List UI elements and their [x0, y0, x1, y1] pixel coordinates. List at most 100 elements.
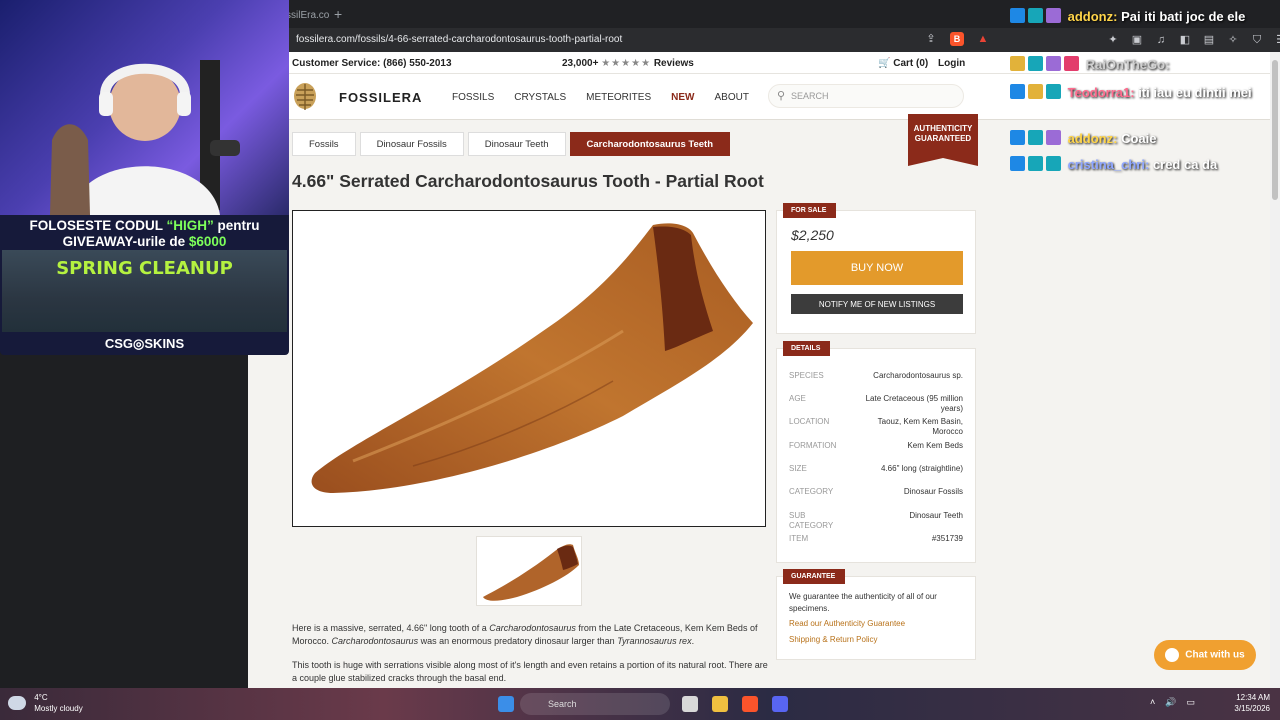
weather-widget[interactable]: 4°C Mostly cloudy	[8, 692, 83, 714]
chat-username: cristina_chri:	[1067, 157, 1150, 172]
breadcrumb-dinosaur-teeth[interactable]: Dinosaur Teeth	[467, 132, 566, 156]
chat-message: RaiOnTheGo:	[1010, 56, 1268, 73]
reviews-count: 23,000+	[562, 58, 599, 69]
reviews-label: Reviews	[653, 58, 694, 69]
detail-value: Carcharodontosaurus sp.	[873, 371, 963, 380]
main-nav: FOSSILS CRYSTALS METEORITES NEW ABOUT	[452, 92, 749, 103]
speaker-icon[interactable]: 🔊	[1165, 697, 1176, 708]
description-paragraph-2: This tooth is huge with serrations visib…	[292, 660, 768, 683]
share-icon[interactable]: ⇪	[924, 32, 938, 46]
task-view-icon[interactable]	[682, 696, 698, 712]
detail-value: 4.66" long (straightline)	[881, 464, 963, 473]
product-main-image[interactable]	[292, 210, 766, 527]
login-link[interactable]: Login	[938, 58, 965, 69]
detail-key: SPECIES	[789, 371, 824, 380]
badge-icon	[1046, 130, 1061, 145]
tooth-thumbnail-image	[483, 544, 579, 601]
url-bar-icons: ⇪ B ▲	[924, 32, 990, 46]
nav-fossils[interactable]: FOSSILS	[452, 92, 494, 103]
new-tab-icon[interactable]: +	[334, 4, 342, 24]
discord-icon[interactable]	[772, 696, 788, 712]
brand-name[interactable]: FOSSILERA	[339, 90, 422, 105]
shipping-return-link[interactable]: Shipping & Return Policy	[789, 635, 878, 644]
badge-icon	[1028, 130, 1043, 145]
brave-browser-icon[interactable]	[742, 696, 758, 712]
notify-button[interactable]: NOTIFY ME OF NEW LISTINGS	[791, 294, 963, 314]
customer-service[interactable]: Customer Service: (866) 550-2013	[292, 58, 452, 69]
badge-icon	[1010, 84, 1025, 99]
taskbar-search[interactable]: Search	[520, 693, 670, 715]
breadcrumb-current[interactable]: Carcharodontosaurus Teeth	[569, 132, 731, 156]
breadcrumb: Fossils Dinosaur Fossils Dinosaur Teeth …	[292, 132, 734, 156]
cart-label: Cart (0)	[893, 58, 929, 69]
chat-message: addonz: Pai iti bati joc de ele	[1010, 8, 1268, 25]
auth-badge-line2: GUARANTEED	[914, 134, 972, 143]
trilobite-logo-icon[interactable]	[292, 82, 318, 112]
chat-message: addonz: Coaie	[1010, 130, 1268, 147]
breadcrumb-fossils[interactable]: Fossils	[292, 132, 356, 156]
auth-badge-line1: AUTHENTICITY	[913, 124, 973, 133]
system-tray: ˄ 🔊 ▭	[1150, 697, 1195, 708]
chat-message: cristina_chri: cred ca da	[1010, 156, 1268, 173]
search-icon: ⚲	[777, 90, 786, 102]
chat-bubble-icon	[1165, 648, 1180, 662]
product-thumbnail[interactable]	[476, 536, 582, 606]
nav-crystals[interactable]: CRYSTALS	[514, 92, 566, 103]
stream-chat-overlay: addonz: Pai iti bati joc de ele RaiOnThe…	[1006, 0, 1270, 200]
display-icon[interactable]: ▭	[1186, 697, 1195, 708]
chat-username: addonz:	[1067, 131, 1118, 146]
detail-key: CATEGORY	[789, 487, 834, 496]
badge-icon	[1064, 56, 1079, 71]
breadcrumb-dinosaur-fossils[interactable]: Dinosaur Fossils	[359, 132, 464, 156]
guarantee-card: GUARANTEE We guarantee the authenticity …	[776, 569, 976, 660]
reviews-stars: ★★★★★	[601, 58, 652, 69]
nav-new[interactable]: NEW	[671, 92, 694, 103]
badge-icon	[1010, 56, 1025, 71]
streamer-webcam-image	[50, 60, 240, 215]
windows-start-icon[interactable]	[498, 696, 514, 712]
authenticity-guarantee-link[interactable]: Read our Authenticity Guarantee	[789, 619, 905, 628]
cloud-icon	[8, 696, 26, 710]
detail-value: #351739	[931, 534, 963, 543]
cart-icon: 🛒	[878, 58, 891, 69]
chat-text: Pai iti bati joc de ele	[1121, 9, 1246, 24]
search-input[interactable]: ⚲ SEARCH	[768, 84, 964, 108]
tooth-image	[311, 223, 753, 493]
brave-shield-icon[interactable]: B	[950, 32, 964, 46]
system-clock[interactable]: 12:34 AM 3/15/2026	[1224, 692, 1270, 714]
badge-icon	[1010, 130, 1025, 145]
chat-text: Coaie	[1121, 131, 1157, 146]
promo-line-2: GIVEAWAY-urile de $6000	[62, 234, 227, 249]
weather-desc: Mostly cloudy	[34, 704, 83, 713]
page-scrollbar[interactable]	[1270, 52, 1280, 688]
price: $2,250	[791, 227, 834, 243]
detail-value: Taouz, Kem Kem Basin, Morocco	[877, 417, 963, 436]
details-card: DETAILS SPECIES Carcharodontosaurus sp. …	[776, 341, 976, 563]
detail-value[interactable]: Dinosaur Teeth	[853, 511, 963, 521]
chat-text: cred ca da	[1152, 157, 1218, 172]
file-explorer-icon[interactable]	[712, 696, 728, 712]
nav-meteorites[interactable]: METEORITES	[586, 92, 651, 103]
windows-taskbar: 4°C Mostly cloudy Search ˄ 🔊 ▭ 12:34 AM …	[0, 688, 1280, 720]
detail-value[interactable]: Dinosaur Fossils	[853, 487, 963, 497]
buy-now-button[interactable]: BUY NOW	[791, 251, 963, 285]
chat-username: Teodorra1:	[1067, 85, 1135, 100]
rewards-icon[interactable]: ▲	[976, 32, 990, 46]
badge-icon	[1046, 156, 1061, 171]
page-title: 4.66" Serrated Carcharodontosaurus Tooth…	[292, 171, 764, 191]
url-text[interactable]: fossilera.com/fossils/4-66-serrated-carc…	[296, 34, 622, 45]
badge-icon	[1046, 8, 1061, 23]
menu-icon[interactable]: ☰	[1274, 33, 1280, 47]
authenticity-badge[interactable]: AUTHENTICITY GUARANTEED	[908, 114, 978, 166]
reviews-link[interactable]: 23,000+ ★★★★★ Reviews	[562, 58, 694, 69]
cart-link[interactable]: 🛒 Cart (0)	[878, 58, 928, 69]
scrollbar-thumb[interactable]	[1272, 60, 1278, 200]
promo-line-1: FOLOSESTE CODUL “HIGH” pentru	[29, 218, 260, 233]
webcam-overlay	[0, 0, 289, 215]
nav-about[interactable]: ABOUT	[714, 92, 748, 103]
chat-with-us-button[interactable]: Chat with us	[1154, 640, 1256, 670]
tray-chevron-icon[interactable]: ˄	[1150, 697, 1155, 708]
detail-value: Late Cretaceous (95 million years)	[865, 394, 963, 413]
badge-icon	[1028, 156, 1043, 171]
game-banner-title: SPRING CLEANUP	[56, 258, 233, 279]
